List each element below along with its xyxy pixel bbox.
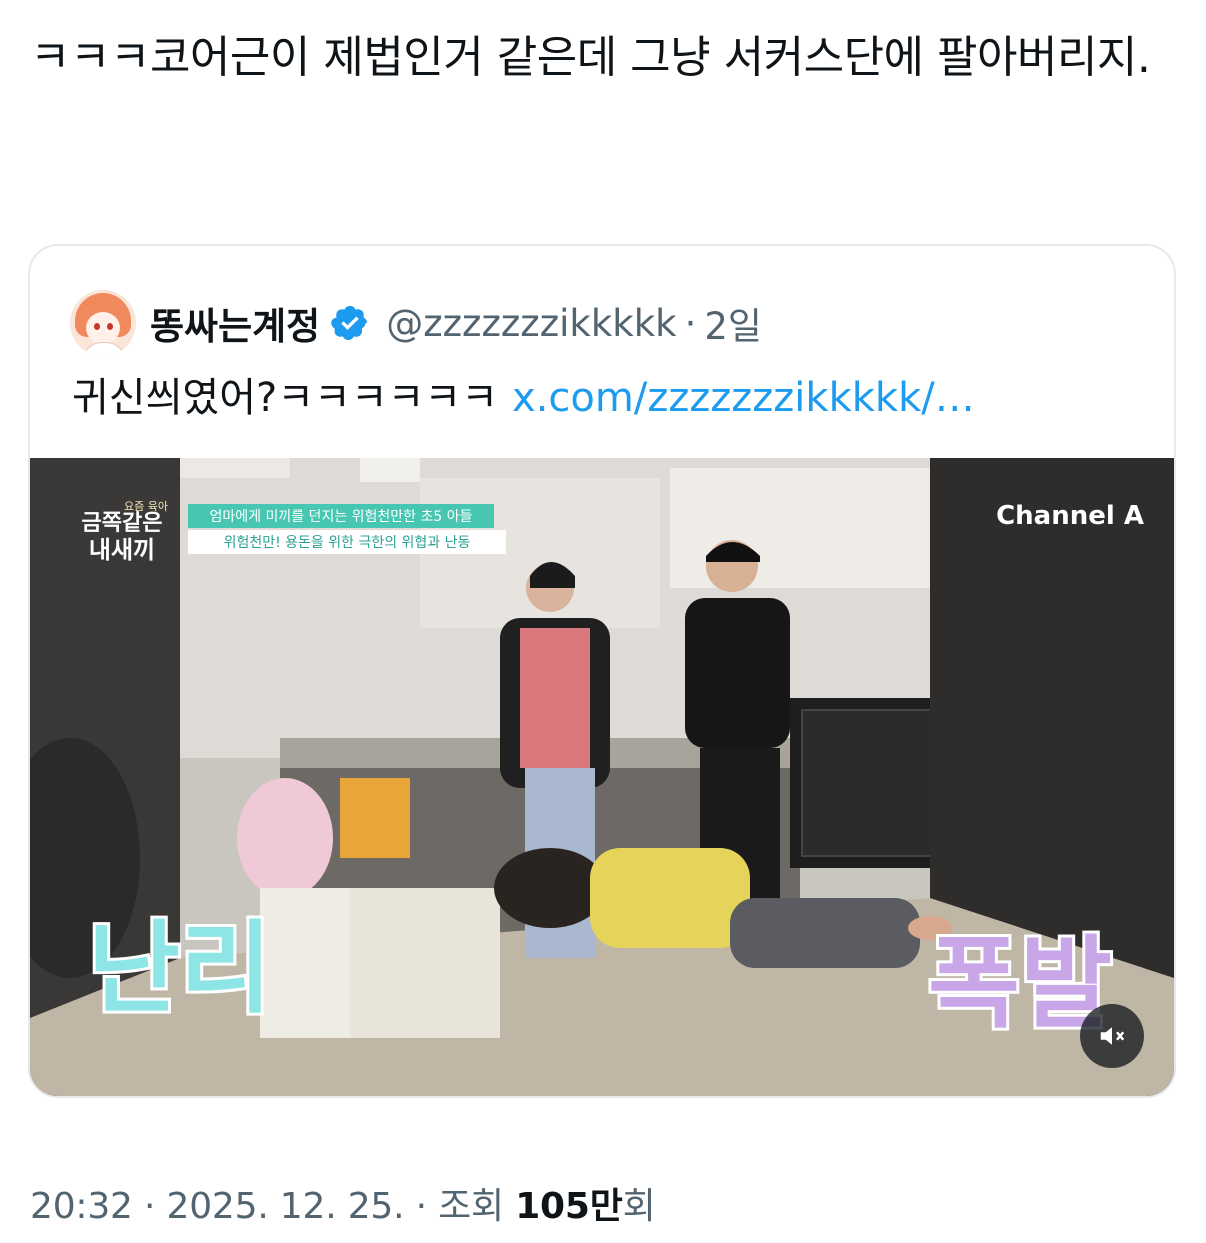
caption-left: 난리	[88, 910, 272, 1027]
show-logo-line1: 금쪽같은	[82, 511, 163, 536]
quoted-tweet-card[interactable]: 똥싸는계정 @zzzzzzzikkkkk · 2일 귀신씌였어?ㅋㅋㅋㅋㅋㅋ x.…	[28, 244, 1176, 1098]
meta-separator: ·	[144, 1186, 156, 1227]
verified-badge-icon	[330, 303, 370, 343]
channel-logo: Channel A	[996, 501, 1144, 531]
mute-button[interactable]	[1080, 1004, 1144, 1068]
views-count[interactable]: 105만	[515, 1186, 623, 1227]
quoted-tweet-text: 귀신씌였어?ㅋㅋㅋㅋㅋㅋ x.com/zzzzzzzikkkkk/…	[72, 371, 975, 425]
views-label: 조회	[438, 1186, 504, 1227]
quoted-tweet-link[interactable]: x.com/zzzzzzzikkkkk/…	[512, 375, 975, 421]
quoted-tweet-body: 귀신씌였어?ㅋㅋㅋㅋㅋㅋ	[72, 375, 499, 421]
meta-separator: ·	[415, 1186, 427, 1227]
speaker-muted-icon	[1097, 1021, 1127, 1051]
tweet-date[interactable]: 2025. 12. 25.	[167, 1186, 405, 1227]
display-name[interactable]: 똥싸는계정	[150, 296, 320, 350]
quoted-tweet-header: 똥싸는계정 @zzzzzzzikkkkk · 2일	[70, 290, 762, 356]
handle[interactable]: @zzzzzzzikkkkk	[386, 302, 676, 345]
separator: ·	[684, 301, 697, 345]
video-media[interactable]: 요즘 육아 금쪽같은 내새끼 엄마에게 미끼를 던지는 위험천만한 초5 아들 …	[30, 458, 1174, 1096]
tweet-meta: 20:32 · 2025. 12. 25. · 조회 105만회	[30, 1177, 656, 1229]
headline-2: 위험천만! 용돈을 위한 극한의 위협과 난동	[224, 535, 471, 551]
headline-1: 엄마에게 미끼를 던지는 위험천만한 초5 아들	[210, 509, 473, 525]
timestamp[interactable]: 2일	[704, 296, 762, 350]
views-suffix: 회	[622, 1186, 656, 1227]
avatar[interactable]	[70, 290, 136, 356]
tweet-text: ㅋㅋㅋ코어근이 제법인거 같은데 그냥 서커스단에 팔아버리지.	[30, 32, 1151, 83]
tweet-time[interactable]: 20:32	[30, 1186, 133, 1227]
show-logo-line2: 내새끼	[89, 536, 155, 564]
